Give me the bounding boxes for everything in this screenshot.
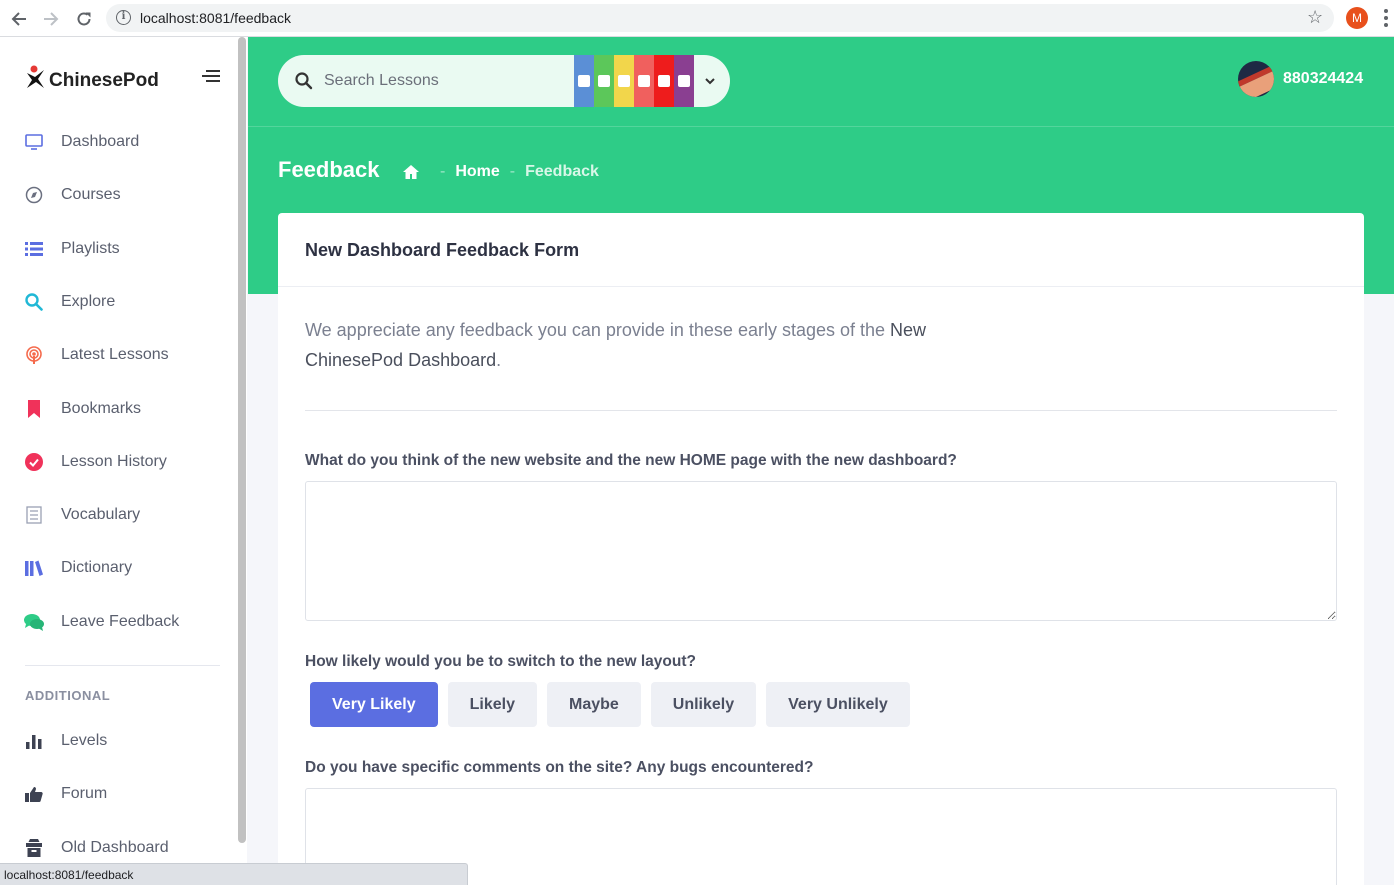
sidebar-item-bookmarks[interactable]: Bookmarks: [0, 389, 236, 429]
header-divider: [248, 126, 1394, 127]
sidebar-item-label: Dictionary: [61, 559, 133, 576]
status-url: localhost:8081/feedback: [4, 868, 134, 882]
sidebar-item-label: Courses: [61, 186, 121, 203]
sidebar-section-title: ADDITIONAL: [25, 688, 111, 703]
sidebar-item-dashboard[interactable]: Dashboard: [0, 122, 236, 162]
option-unlikely-button[interactable]: Unlikely: [650, 682, 757, 727]
chevron-down-icon[interactable]: [702, 73, 718, 89]
option-very-unlikely-button[interactable]: Very Unlikely: [766, 682, 910, 727]
list-icon: [24, 239, 44, 259]
form-title: New Dashboard Feedback Form: [305, 240, 580, 260]
sidebar-item-explore[interactable]: Explore: [0, 282, 236, 322]
bookmark-star-icon[interactable]: ☆: [1307, 7, 1323, 27]
likelihood-options: Very Likely Likely Maybe Unlikely Very Unlik…: [310, 682, 920, 727]
feedback-form-card: New Dashboard Feedback Form We appreciat…: [278, 213, 1364, 885]
sidebar-item-label: Levels: [61, 732, 108, 749]
sidebar-item-label: Lesson History: [61, 453, 167, 470]
option-likely-button[interactable]: Likely: [447, 682, 537, 727]
browser-toolbar: i localhost:8081/feedback ☆ M: [0, 0, 1394, 37]
level-color-1[interactable]: [574, 55, 594, 107]
sidebar-item-old-dashboard[interactable]: Old Dashboard: [0, 828, 236, 868]
sidebar-item-courses[interactable]: Courses: [0, 175, 236, 215]
url-text[interactable]: localhost:8081/feedback: [140, 10, 291, 26]
level-color-2[interactable]: [594, 55, 614, 107]
books-icon: [24, 558, 44, 578]
level-color-5[interactable]: [654, 55, 674, 107]
website-feedback-textarea[interactable]: [305, 481, 1337, 621]
forward-arrow-icon[interactable]: [40, 8, 62, 30]
search-input[interactable]: [324, 55, 564, 107]
sidebar-item-label: Latest Lessons: [61, 346, 169, 363]
podcast-icon: [24, 345, 44, 365]
thumbs-up-icon: [24, 784, 44, 804]
main-content: 880324424 Feedback - Home - Feedback New…: [248, 37, 1394, 885]
sidebar-item-label: Bookmarks: [61, 400, 142, 417]
sidebar-item-dictionary[interactable]: Dictionary: [0, 548, 236, 588]
search-icon: [24, 292, 44, 312]
question-website-label: What do you think of the new website and…: [305, 452, 957, 469]
sidebar-item-label: Playlists: [61, 240, 120, 257]
bar-chart-icon: [24, 731, 44, 751]
address-bar[interactable]: i localhost:8081/feedback: [106, 4, 1334, 32]
reload-icon[interactable]: [73, 8, 95, 30]
avatar[interactable]: [1238, 61, 1274, 97]
breadcrumb-current: Feedback: [525, 163, 599, 180]
sidebar-item-lesson-history[interactable]: Lesson History: [0, 442, 236, 482]
sidebar-item-forum[interactable]: Forum: [0, 774, 236, 814]
question-switch-label: How likely would you be to switch to the…: [305, 653, 696, 670]
level-color-6[interactable]: [674, 55, 694, 107]
info-icon[interactable]: i: [116, 10, 131, 25]
option-very-likely-button[interactable]: Very Likely: [310, 682, 438, 727]
back-arrow-icon[interactable]: [8, 8, 30, 30]
search-icon: [295, 72, 313, 90]
option-maybe-button[interactable]: Maybe: [546, 682, 641, 727]
user-menu[interactable]: 880324424: [1238, 61, 1363, 97]
form-intro: We appreciate any feedback you can provi…: [305, 315, 945, 375]
menu-toggle-icon[interactable]: [202, 70, 220, 82]
username[interactable]: 880324424: [1283, 70, 1363, 88]
question-comments-label: Do you have specific comments on the sit…: [305, 759, 814, 776]
form-divider: [305, 410, 1337, 411]
sidebar-scrollbar[interactable]: [238, 37, 246, 843]
chinesepod-logo[interactable]: ChinesePod: [25, 65, 159, 96]
sidebar-item-label: Forum: [61, 785, 108, 802]
sidebar-item-label: Old Dashboard: [61, 839, 169, 856]
level-color-3[interactable]: [614, 55, 634, 107]
intro-text: We appreciate any feedback you can provi…: [305, 320, 891, 340]
sidebar-item-label: Explore: [61, 293, 116, 310]
sidebar-item-label: Leave Feedback: [61, 613, 180, 630]
home-icon[interactable]: [402, 164, 420, 180]
level-color-4[interactable]: [634, 55, 654, 107]
page-title: Feedback: [278, 157, 380, 182]
logo-text: ChinesePod: [49, 69, 159, 91]
breadcrumb-home-link[interactable]: Home: [455, 163, 499, 181]
breadcrumb-separator: -: [440, 163, 446, 180]
intro-end: .: [496, 350, 502, 370]
sidebar-item-label: Vocabulary: [61, 506, 141, 523]
sidebar-item-vocabulary[interactable]: Vocabulary: [0, 495, 236, 535]
breadcrumb: - Home - Feedback: [402, 163, 599, 181]
check-circle-icon: [24, 452, 44, 472]
monitor-icon: [24, 132, 44, 152]
logo-mark-icon: [25, 65, 47, 96]
notebook-icon: [24, 505, 44, 525]
sidebar-item-playlists[interactable]: Playlists: [0, 229, 236, 269]
sidebar-item-leave-feedback[interactable]: Leave Feedback: [0, 602, 236, 642]
search-bar[interactable]: [278, 55, 730, 107]
sidebar-item-label: Dashboard: [61, 133, 140, 150]
sidebar: ChinesePod Dashboard Courses Playlists E…: [0, 37, 247, 885]
browser-menu-icon[interactable]: [1384, 9, 1388, 27]
bookmark-icon: [24, 399, 44, 419]
compass-icon: [24, 185, 44, 205]
card-header: New Dashboard Feedback Form: [278, 213, 1364, 287]
level-filter[interactable]: [574, 55, 694, 107]
sidebar-item-levels[interactable]: Levels: [0, 721, 236, 761]
archive-icon: [24, 838, 44, 858]
sidebar-item-latest-lessons[interactable]: Latest Lessons: [0, 335, 236, 375]
sidebar-divider: [25, 665, 220, 666]
comments-icon: [24, 612, 44, 632]
browser-status-bar: localhost:8081/feedback: [0, 863, 468, 885]
breadcrumb-separator: -: [509, 163, 516, 180]
browser-profile-avatar[interactable]: M: [1346, 7, 1368, 29]
